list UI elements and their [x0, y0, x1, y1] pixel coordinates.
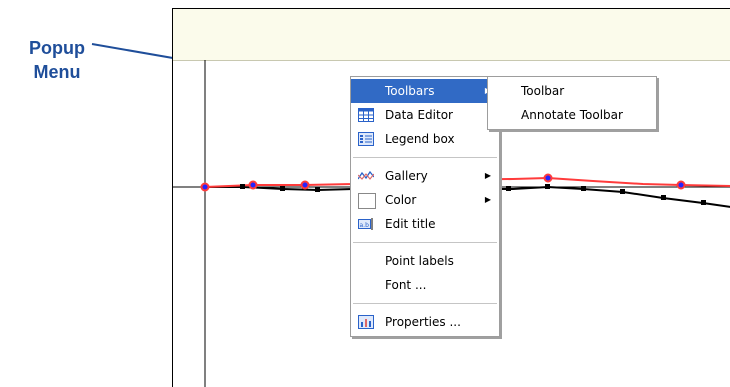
- marker-black-8: [661, 195, 666, 200]
- popup-menu-annotation: Popup Menu: [14, 36, 100, 84]
- menu-item-label: Point labels: [385, 254, 454, 268]
- menu-item-label: Properties ...: [385, 315, 461, 329]
- menu-item-edit-title[interactable]: a.b Edit title: [351, 212, 499, 236]
- menu-item-point-labels[interactable]: Point labels: [351, 249, 499, 273]
- marker-black-5: [545, 184, 550, 189]
- marker-red-1: [200, 182, 210, 192]
- grid-icon: [358, 108, 374, 122]
- menu-item-toolbars[interactable]: Toolbars ▶: [351, 79, 499, 103]
- submenu-arrow-icon: ▶: [484, 195, 491, 204]
- submenu-item-toolbar[interactable]: Toolbar: [488, 79, 656, 103]
- menu-separator: [353, 242, 497, 243]
- menu-item-label: Color: [385, 193, 417, 207]
- gallery-icon: [358, 170, 374, 180]
- submenu-item-label: Annotate Toolbar: [521, 108, 623, 122]
- marker-black-7: [620, 189, 625, 194]
- menu-separator: [353, 303, 497, 304]
- menu-item-label: Toolbars: [385, 84, 435, 98]
- toolbars-submenu[interactable]: Toolbar Annotate Toolbar: [487, 76, 657, 130]
- marker-red-3: [300, 180, 310, 190]
- marker-black-1: [240, 184, 245, 189]
- submenu-item-annotate-toolbar[interactable]: Annotate Toolbar: [488, 103, 656, 127]
- menu-item-font[interactable]: Font ...: [351, 273, 499, 297]
- svg-text:a.b: a.b: [360, 222, 370, 229]
- color-square-icon: [358, 193, 376, 209]
- submenu-item-label: Toolbar: [521, 84, 565, 98]
- menu-separator: [353, 157, 497, 158]
- marker-red-2: [248, 180, 258, 190]
- menu-item-gallery[interactable]: Gallery ▶: [351, 164, 499, 188]
- menu-item-color[interactable]: Color ▶: [351, 188, 499, 212]
- menu-item-label: Edit title: [385, 217, 436, 231]
- legend-icon: [358, 132, 374, 146]
- marker-black-6: [581, 186, 586, 191]
- menu-item-properties[interactable]: Properties ...: [351, 310, 499, 334]
- marker-black-4: [506, 186, 511, 191]
- menu-item-label: Data Editor: [385, 108, 453, 122]
- marker-black-3: [315, 187, 320, 192]
- menu-item-label: Gallery: [385, 169, 428, 183]
- properties-icon: [358, 315, 374, 329]
- marker-black-2: [280, 186, 285, 191]
- submenu-arrow-icon: ▶: [484, 171, 491, 180]
- popup-menu[interactable]: Toolbars ▶ Data Editor Legend box: [350, 76, 500, 337]
- menu-item-label: Legend box: [385, 132, 455, 146]
- marker-black-9: [701, 200, 706, 205]
- annotation-line-1: Popup: [29, 38, 85, 58]
- annotation-line-2: Menu: [33, 62, 81, 82]
- menu-item-legend-box[interactable]: Legend box: [351, 127, 499, 151]
- menu-item-label: Font ...: [385, 278, 427, 292]
- marker-red-4: [543, 173, 553, 183]
- marker-red-5: [676, 180, 686, 190]
- edit-title-icon: a.b: [358, 218, 373, 230]
- menu-item-data-editor[interactable]: Data Editor: [351, 103, 499, 127]
